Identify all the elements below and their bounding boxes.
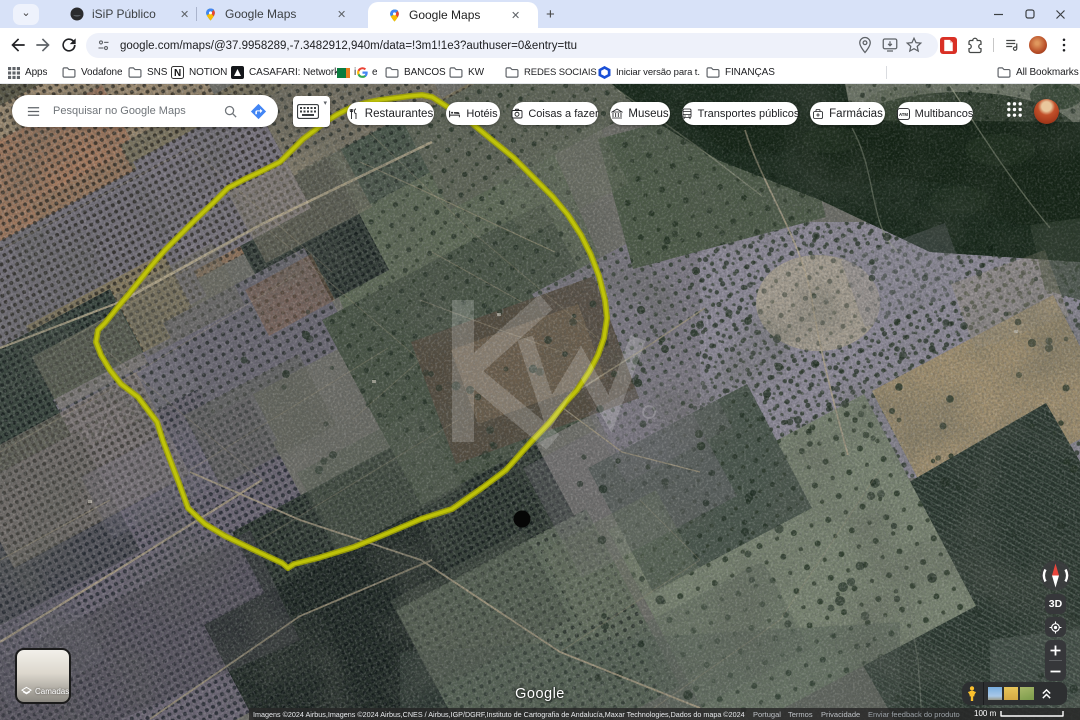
- svg-text:N: N: [174, 68, 181, 79]
- svg-text:ATM: ATM: [899, 111, 908, 116]
